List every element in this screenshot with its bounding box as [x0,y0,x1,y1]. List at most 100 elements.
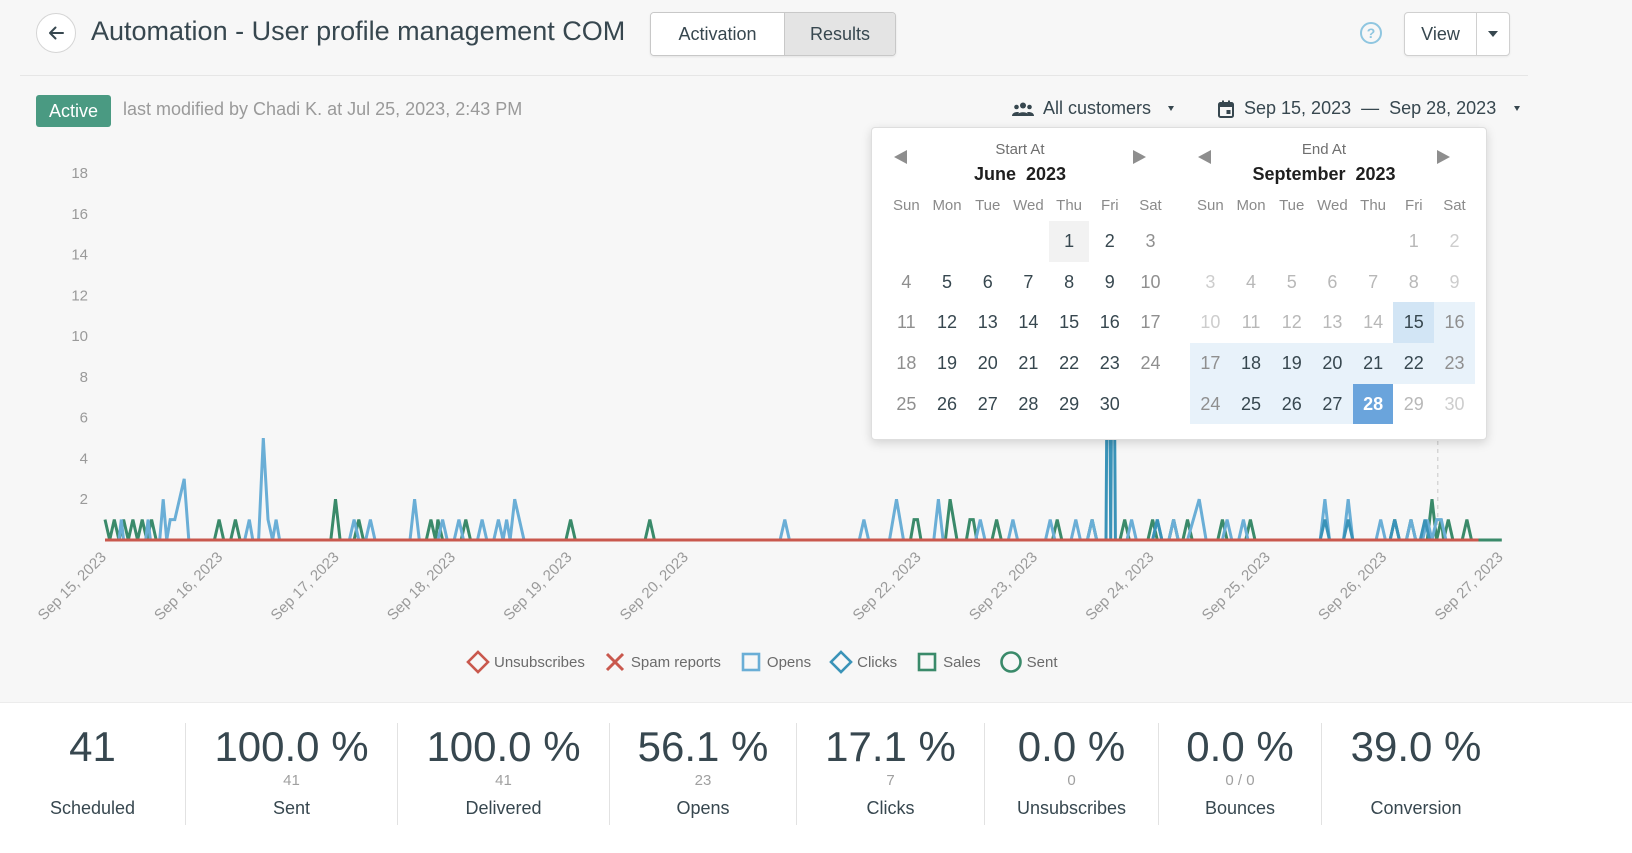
calendar-day: 5 [1286,271,1297,292]
stat-label: Delivered [465,798,542,818]
legend-item-opens[interactable]: Opens [739,650,811,674]
x-tick-label: Sep 26, 2023 [1315,549,1390,624]
weekday-header: Mon [1236,197,1266,214]
calendar-day: 8 [1408,271,1419,292]
calendar-day[interactable]: 26 [1271,383,1313,425]
calendar-day[interactable]: 14 [1008,302,1049,343]
calendar-day[interactable]: 23 [1089,343,1130,384]
calendar-day[interactable]: 20 [1312,343,1353,384]
stat-value: 0.0 % [1017,723,1126,770]
calendar-day: 10 [1200,312,1221,333]
calendar-day[interactable]: 20 [967,343,1008,384]
calendar-day[interactable]: 30 [1089,384,1130,425]
y-tick-label: 14 [71,247,88,264]
x-tick-label: Sep 24, 2023 [1082,549,1157,624]
legend-item-unsubscribes[interactable]: Unsubscribes [466,650,585,674]
caret-down-icon [1514,106,1521,111]
calendar-day[interactable]: 28 [1352,383,1394,425]
back-button[interactable] [36,13,76,53]
calendar-day[interactable]: 2 [1089,221,1130,262]
next-month-arrow-icon[interactable] [1437,150,1450,164]
y-tick-label: 18 [71,165,88,182]
stat-value: 17.1 % [825,723,956,770]
calendar-day[interactable]: 22 [1393,343,1435,384]
calendar-day[interactable]: 7 [1008,262,1049,303]
x-tick-label: Sep 17, 2023 [267,549,342,624]
calendar-day: 30 [1444,393,1465,414]
calendar-day: 29 [1403,393,1424,414]
view-button[interactable]: View [1405,13,1477,55]
calendar-day[interactable]: 4 [886,262,927,303]
calendar-day[interactable]: 13 [967,302,1008,343]
calendar-day[interactable]: 24 [1190,383,1231,425]
stat-value: 56.1 % [637,723,769,770]
stat-count: 41 [283,772,300,789]
y-tick-label: 6 [80,410,88,427]
y-tick-label: 2 [80,491,88,508]
calendar-day[interactable]: 11 [886,302,927,343]
calendar-day[interactable]: 12 [927,302,968,343]
calendar-day[interactable]: 15 [1049,302,1090,343]
arrow-left-icon [49,26,64,40]
stat-label: Conversion [1370,798,1462,818]
x-tick-label: Sep 22, 2023 [849,549,924,624]
square-icon [917,652,937,672]
calendar-day[interactable]: 26 [927,384,968,425]
series-line-opens [117,438,1448,542]
tab-results[interactable]: Results [785,13,895,55]
next-month-arrow-icon[interactable] [1133,150,1146,164]
calendar-day[interactable]: 3 [1130,221,1171,262]
calendar-day[interactable]: 27 [1312,383,1353,425]
view-dropdown-toggle[interactable] [1477,13,1509,55]
calendar-day[interactable]: 8 [1049,262,1090,303]
end-calendar-grid: Sun Mon Tue Wed Thu Fri Sat 1 2 3 4 5 6 7 8 9 10 11 12 13 14… [1190,191,1475,425]
calendar-day[interactable]: 10 [1130,262,1171,303]
legend-item-sent[interactable]: Sent [999,650,1058,674]
tab-activation[interactable]: Activation [651,13,785,55]
legend-item-clicks[interactable]: Clicks [829,650,897,674]
calendar-day[interactable]: 9 [1089,262,1130,303]
calendar-day[interactable]: 27 [967,384,1008,425]
calendar-day[interactable]: 23 [1434,343,1475,384]
calendar-day[interactable]: 17 [1130,302,1171,343]
x-tick-label: Sep 18, 2023 [384,549,459,624]
calendar-empty-cell [1353,221,1394,262]
calendar-day[interactable]: 15 [1393,302,1435,344]
weekday-header: Thu [1360,197,1387,214]
calendar-day[interactable]: 19 [927,343,968,384]
year: 2023 [1355,164,1396,184]
calendar-day[interactable]: 5 [927,262,968,303]
calendar-day[interactable]: 21 [1352,343,1394,384]
customer-filter-label: All customers [1043,98,1152,118]
x-tick-label: Sep 25, 2023 [1199,549,1274,624]
calendar-day: 14 [1363,312,1384,333]
legend-item-sales[interactable]: Sales [915,650,981,674]
calendar-day[interactable]: 1 [1048,221,1090,262]
calendar-day[interactable]: 19 [1271,343,1313,384]
calendar-day[interactable]: 25 [886,384,927,425]
x-tick-label: Sep 20, 2023 [617,549,692,624]
calendar-day[interactable]: 18 [1230,343,1272,384]
calendar-day[interactable]: 17 [1190,343,1231,384]
calendar-day[interactable]: 16 [1089,302,1130,343]
question-circle-icon[interactable]: ? [1360,22,1382,44]
legend-item-spam-reports[interactable]: Spam reports [603,650,721,674]
calendar-day[interactable]: 28 [1008,384,1049,425]
calendar-day[interactable]: 18 [886,343,927,384]
stat-label: Bounces [1204,798,1276,818]
calendar-day[interactable]: 21 [1008,343,1049,384]
calendar-empty-cell [1008,221,1049,262]
diamond-icon [829,650,853,674]
date-range-dropdown[interactable]: Sep 15, 2023 — Sep 28, 2023 [1218,98,1521,119]
calendar-empty-cell [886,221,927,262]
calendar-day[interactable]: 6 [967,262,1008,303]
weekday-header: Thu [1056,197,1083,214]
calendar-empty-cell [1231,221,1272,262]
caret-down-icon [1488,31,1498,37]
calendar-day[interactable]: 25 [1230,383,1272,425]
calendar-day[interactable]: 16 [1434,302,1475,344]
calendar-day[interactable]: 24 [1130,343,1171,384]
calendar-day[interactable]: 22 [1049,343,1090,384]
customer-filter-dropdown[interactable]: All customers [1012,98,1175,119]
calendar-day[interactable]: 29 [1049,384,1090,425]
